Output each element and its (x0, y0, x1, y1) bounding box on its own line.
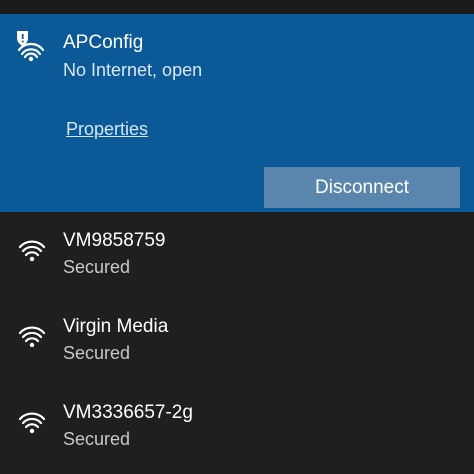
wifi-signal-icon (16, 230, 50, 262)
properties-link[interactable]: Properties (66, 118, 148, 140)
network-name: Virgin Media (63, 316, 169, 337)
wifi-warning-icon (16, 30, 50, 62)
selected-network-card[interactable]: APConfig No Internet, open Properties Di… (0, 14, 474, 212)
network-item-vm3336657-2g[interactable]: VM3336657-2g Secured (0, 392, 474, 474)
flyout-top-edge (0, 0, 474, 14)
network-name: VM3336657-2g (63, 402, 193, 423)
wifi-flyout-panel: APConfig No Internet, open Properties Di… (0, 0, 474, 474)
network-item-vm9858759[interactable]: VM9858759 Secured (0, 220, 474, 306)
wifi-signal-icon (16, 402, 50, 434)
wifi-signal-icon (16, 316, 50, 348)
network-status: Secured (63, 257, 131, 277)
disconnect-button[interactable]: Disconnect (264, 167, 460, 208)
network-status: No Internet, open (63, 60, 203, 80)
network-name: APConfig (63, 32, 144, 53)
network-status: Secured (63, 343, 131, 363)
network-item-virgin-media[interactable]: Virgin Media Secured (0, 306, 474, 392)
network-status: Secured (63, 429, 131, 449)
network-name: VM9858759 (63, 230, 166, 251)
